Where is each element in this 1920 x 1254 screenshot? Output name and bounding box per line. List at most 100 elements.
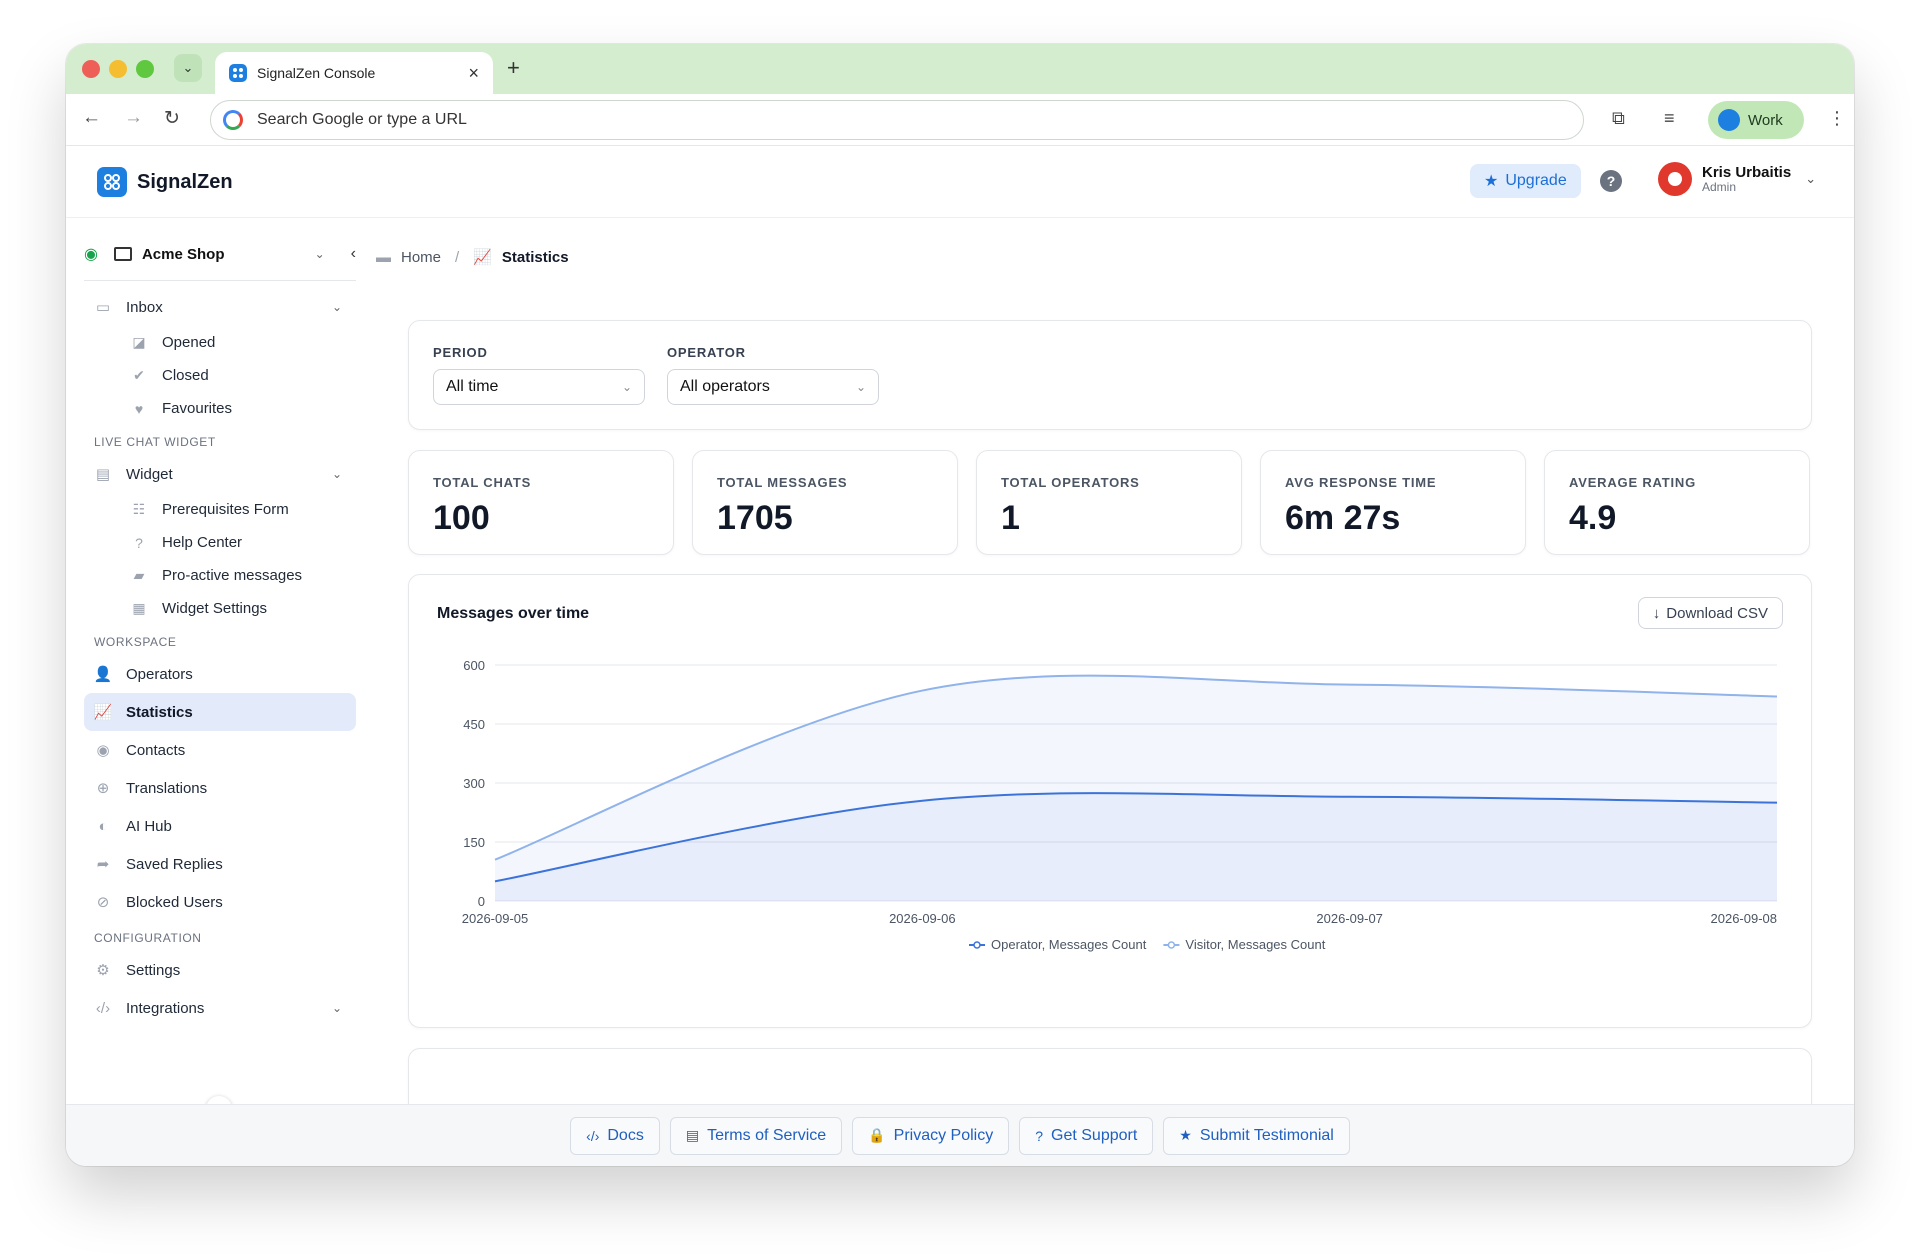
google-icon (223, 110, 243, 130)
star-icon: ★ (1484, 173, 1499, 190)
close-tab-icon[interactable]: × (468, 63, 479, 84)
browser-tab[interactable]: SignalZen Console × (215, 52, 493, 94)
sidebar-item-closed[interactable]: ✔ Closed (84, 359, 356, 392)
stat-value: 100 (433, 499, 490, 537)
user-menu[interactable]: Kris Urbaitis Admin ⌄ (1658, 162, 1816, 196)
question-circle-icon: ? (1035, 1127, 1044, 1144)
x-tick-label: 2026-09-05 (462, 911, 529, 926)
sidebar-nav: ▭ Inbox ⌄ ◪ Opened ✔ Closed ♥ Favourites… (84, 288, 356, 1027)
maximize-window-button[interactable] (136, 60, 154, 78)
filters-card: PERIOD All time ⌄ OPERATOR All operators… (408, 320, 1812, 430)
globe-icon: ⊕ (96, 780, 110, 797)
favicon-icon (229, 64, 247, 82)
media-controls-icon[interactable]: ≡ (1664, 108, 1675, 129)
stat-card-total-messages: TOTAL MESSAGES 1705 (692, 450, 958, 555)
period-select[interactable]: All time ⌄ (433, 369, 645, 405)
stat-label: AVERAGE RATING (1569, 475, 1697, 490)
browser-tab-bar: ⌄ SignalZen Console × + (66, 44, 1854, 94)
sidebar-item-label: Translations (126, 779, 208, 797)
support-label: Get Support (1051, 1126, 1138, 1144)
operator-select[interactable]: All operators ⌄ (667, 369, 879, 405)
tab-search-button[interactable]: ⌄ (174, 54, 202, 82)
privacy-link[interactable]: 🔒 Privacy Policy (852, 1116, 1010, 1155)
sidebar-item-label: Blocked Users (126, 893, 223, 911)
close-window-button[interactable] (82, 60, 100, 78)
sidebar-item-label: Prerequisites Form (162, 501, 289, 518)
legend-marker (1167, 941, 1176, 949)
sidebar-item-label: Operators (126, 665, 193, 683)
section-header: CONFIGURATION (94, 931, 202, 945)
opened-icon: ◪ (132, 334, 146, 350)
sidebar-item-widget[interactable]: ▤ Widget ⌄ (84, 455, 356, 493)
sidebar-item-prerequisites-form[interactable]: ☷ Prerequisites Form (84, 493, 356, 526)
y-tick-label: 300 (463, 776, 485, 791)
help-icon[interactable]: ? (1600, 170, 1622, 192)
upgrade-label: Upgrade (1505, 172, 1567, 189)
star-icon: ★ (1179, 1127, 1192, 1143)
period-value: All time (446, 378, 499, 395)
breadcrumb-home[interactable]: Home (401, 249, 441, 266)
profile-button[interactable]: Work (1708, 101, 1804, 139)
sidebar-item-inbox[interactable]: ▭ Inbox ⌄ (84, 288, 356, 326)
terms-link[interactable]: ▤ Terms of Service (669, 1116, 843, 1155)
sidebar-item-saved-replies[interactable]: ➦ Saved Replies (84, 845, 356, 883)
sidebar-item-integrations[interactable]: ‹/› Integrations ⌄ (84, 989, 356, 1027)
sidebar-item-pro-active-messages[interactable]: ▰ Pro-active messages (84, 559, 356, 592)
download-csv-label: Download CSV (1666, 604, 1768, 622)
signalzen-logo-icon (97, 167, 127, 197)
sidebar-item-settings[interactable]: ⚙ Settings (84, 951, 356, 989)
sidebar-item-blocked-users[interactable]: ⊘ Blocked Users (84, 883, 356, 921)
stat-card-average-rating: AVERAGE RATING 4.9 (1544, 450, 1810, 555)
blocked-user-icon: ⊘ (96, 894, 110, 911)
sidebar-item-help-center[interactable]: ? Help Center (84, 526, 356, 559)
sidebar-item-operators[interactable]: 👤 Operators (84, 655, 356, 693)
workspace-selector[interactable]: ◉ Acme Shop ⌄ ‹ (84, 236, 356, 272)
sidebar-item-translations[interactable]: ⊕ Translations (84, 769, 356, 807)
extensions-icon[interactable]: ⧉ (1612, 108, 1625, 129)
minimize-window-button[interactable] (109, 60, 127, 78)
sidebar-item-widget-settings[interactable]: ▦ Widget Settings (84, 592, 356, 625)
chevron-down-icon: ⌄ (331, 1001, 342, 1015)
sidebar-item-label: Saved Replies (126, 855, 223, 873)
sidebar-item-statistics[interactable]: 📈 Statistics (84, 693, 356, 731)
chevron-down-icon: ⌄ (182, 60, 194, 75)
more-menu-icon[interactable]: ⋮ (1828, 108, 1846, 129)
sidebar-item-contacts[interactable]: ◉ Contacts (84, 731, 356, 769)
docs-label: Docs (607, 1126, 644, 1144)
browser-toolbar: ← → ↻ Search Google or type a URL ⧉ ≡ Wo… (66, 94, 1854, 146)
gear-icon: ⚙ (96, 962, 110, 979)
section-header: WORKSPACE (94, 635, 177, 649)
sidebar: ◉ Acme Shop ⌄ ‹ ▭ Inbox ⌄ ◪ Opened ✔ Clo… (66, 218, 362, 1122)
sidebar-item-ai-hub[interactable]: ◐ AI Hub (84, 807, 356, 845)
document-icon: ▤ (685, 1127, 700, 1143)
address-bar[interactable]: Search Google or type a URL (210, 100, 1584, 140)
reply-icon: ➦ (96, 856, 110, 873)
back-arrow-icon[interactable]: ← (82, 107, 101, 129)
brand[interactable]: SignalZen (97, 167, 233, 197)
sidebar-item-opened[interactable]: ◪ Opened (84, 326, 356, 359)
sidebar-item-label: Statistics (126, 703, 193, 721)
stat-value: 1 (1001, 499, 1020, 537)
download-csv-button[interactable]: ↓ Download CSV (1637, 597, 1783, 629)
app-header: SignalZen ★ Upgrade ? Kris Urbaitis Admi… (66, 146, 1854, 218)
sidebar-item-label: Settings (126, 961, 181, 979)
code-icon: ‹/› (95, 999, 111, 1017)
operator-label: OPERATOR (667, 345, 746, 360)
privacy-label: Privacy Policy (893, 1126, 994, 1144)
testimonial-link[interactable]: ★ Submit Testimonial (1163, 1116, 1350, 1155)
chart-title: Messages over time (437, 605, 590, 622)
testimonial-label: Submit Testimonial (1199, 1126, 1334, 1144)
sidebar-item-label: Inbox (126, 298, 163, 316)
support-link[interactable]: ? Get Support (1019, 1116, 1154, 1155)
widget-icon: ▤ (95, 466, 111, 483)
sidebar-item-favourites[interactable]: ♥ Favourites (84, 392, 356, 425)
upgrade-button[interactable]: ★ Upgrade (1470, 164, 1581, 198)
reload-icon[interactable]: ↻ (164, 107, 180, 130)
docs-link[interactable]: ‹/› Docs (570, 1116, 660, 1155)
collapse-sidebar-icon[interactable]: ‹ (351, 245, 356, 263)
stat-label: TOTAL OPERATORS (1001, 475, 1140, 490)
forward-arrow-icon[interactable]: → (124, 107, 143, 129)
stat-value: 6m 27s (1285, 499, 1401, 537)
new-tab-button[interactable]: + (507, 55, 520, 81)
chart-icon: 📈 (473, 249, 492, 266)
